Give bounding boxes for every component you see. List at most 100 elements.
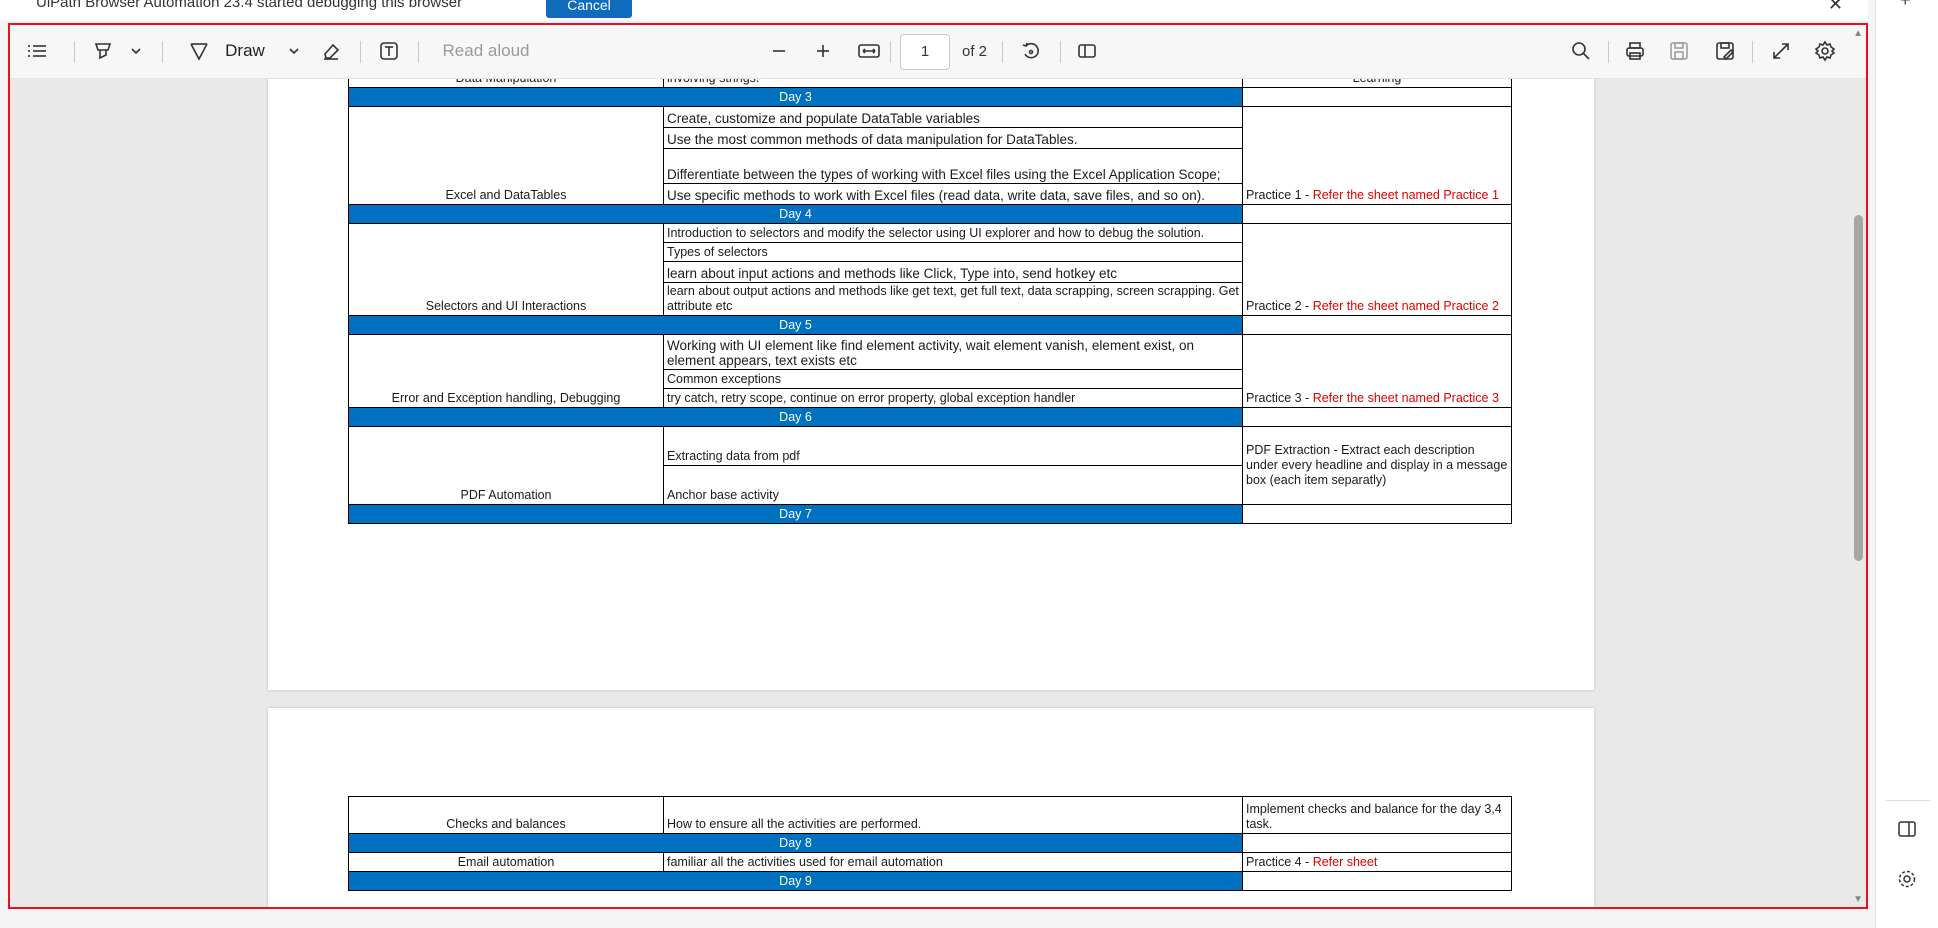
table-row: Checks and balances How to ensure all th… [348,796,1512,834]
table-cell: Use the most common methods of data mani… [663,127,1243,149]
practice-link: Refer the sheet named Practice 1 [1312,188,1499,202]
fit-width-icon[interactable] [856,39,882,63]
settings-gear-icon[interactable] [1812,39,1838,63]
zoom-in-icon[interactable] [812,39,834,63]
topic-cell: PDF Automation [348,426,664,505]
pdf-page-2: Checks and balances How to ensure all th… [268,708,1594,907]
table-cell: Data Manipulation [348,79,664,88]
fullscreen-expand-icon[interactable] [1768,39,1794,63]
table-cell [1242,315,1512,335]
rotate-icon[interactable] [1018,39,1044,63]
close-icon[interactable]: ✕ [1828,0,1843,15]
divider [1060,41,1061,63]
practice-cell: Practice 1 - Refer the sheet named Pract… [1242,106,1512,205]
day-label: Day 9 [348,871,1243,891]
schedule-table: Data Manipulation involving strings. Lea… [348,79,1512,524]
table-cell: learn about output actions and methods l… [663,282,1243,316]
save-as-icon[interactable] [1712,39,1738,63]
scroll-up-arrow-icon[interactable]: ▲ [1853,28,1863,39]
cancel-button[interactable]: Cancel [546,0,632,18]
practice-link: Refer the sheet named Practice 3 [1312,391,1499,405]
table-cell [1242,833,1512,853]
day-label: Day 4 [348,204,1243,224]
divider [418,41,419,63]
practice-label: Practice 3 - [1246,391,1313,405]
day-row: Day 4 [348,204,1512,224]
schedule-table: Checks and balances How to ensure all th… [348,796,1512,891]
table-cell: involving strings. [663,79,1243,88]
page-number-input[interactable]: 1 [900,34,950,70]
page-view-icon[interactable] [1074,39,1100,63]
topic-cell: Email automation [348,852,664,872]
practice-label: Practice 1 - [1246,188,1313,202]
table-row: PDF Automation Extracting data from pdf … [348,426,1512,505]
zoom-out-icon[interactable] [768,39,790,63]
practice-label: Practice 4 - [1246,855,1313,869]
pdf-viewer: Draw Read aloud 1 of 2 ▲ ▼ Day 3 Excel a… [8,23,1868,909]
draw-label[interactable]: Draw [220,39,270,63]
practice-link: Refer the sheet named Practice 2 [1312,299,1499,313]
scroll-down-arrow-icon[interactable]: ▼ [1853,894,1863,905]
divider [360,41,361,63]
practice-cell: Implement checks and balance for the day… [1242,796,1512,834]
day-label: Day 6 [348,407,1243,427]
divider [1608,41,1609,63]
table-cell: Working with UI element like find elemen… [663,334,1243,370]
table-cell [1242,504,1512,524]
day-label: Day 3 [348,87,1243,107]
read-aloud-button[interactable]: Read aloud [436,39,536,63]
save-icon[interactable] [1666,39,1692,63]
settings-gear-icon[interactable] [1896,868,1918,890]
divider [890,41,891,63]
day-row: Day 3 [348,87,1512,107]
table-cell: learn about input actions and methods li… [663,261,1243,283]
chevron-down-icon[interactable] [286,39,302,63]
table-row: Email automation familiar all the activi… [348,852,1512,872]
table-cell [1242,87,1512,107]
add-icon[interactable]: + [1900,0,1911,11]
practice-link: Refer sheet [1312,855,1378,869]
sidebar-toggle-icon[interactable] [1896,818,1918,840]
table-cell: Types of selectors [663,242,1243,262]
text-box-icon[interactable] [376,39,402,63]
day-row: Day 9 [348,871,1512,891]
chevron-down-icon[interactable] [128,39,144,63]
table-row: Data Manipulation involving strings. Lea… [348,79,1512,88]
table-cell: Anchor base activity [663,465,1243,505]
day-row: Day 6 [348,407,1512,427]
search-icon[interactable] [1568,39,1594,63]
table-cell [1242,871,1512,891]
practice-cell: Practice 2 - Refer the sheet named Pract… [1242,223,1512,316]
day-label: Day 8 [348,833,1243,853]
draw-pen-icon[interactable] [186,39,212,63]
print-icon[interactable] [1622,39,1648,63]
table-cell: try catch, retry scope, continue on erro… [663,388,1243,408]
topic-cell: Selectors and UI Interactions [348,223,664,316]
divider [74,41,75,63]
table-cell: Extracting data from pdf [663,426,1243,466]
day-row: Day 5 [348,315,1512,335]
practice-cell: Practice 3 - Refer the sheet named Pract… [1242,334,1512,408]
scroll-thumb[interactable] [1854,215,1863,561]
practice-cell: Practice 4 - Refer sheet [1242,852,1512,872]
eraser-icon[interactable] [318,39,344,63]
divider [1752,41,1753,63]
divider [1886,800,1930,801]
table-cell: Learning [1242,79,1512,88]
table-cell: Common exceptions [663,369,1243,389]
debug-infobar: UiPath Browser Automation 23.4 started d… [0,0,1868,20]
document-area: Data Manipulation involving strings. Lea… [10,79,1854,907]
practice-label: Practice 2 - [1246,299,1313,313]
table-cell: Use specific methods to work with Excel … [663,183,1243,205]
highlight-icon[interactable] [90,39,116,63]
table-row: Selectors and UI Interactions Introducti… [348,223,1512,316]
topic-cell: Error and Exception handling, Debugging [348,334,664,408]
topic-cell: Excel and DataTables [348,106,664,205]
divider [1002,41,1003,63]
topic-cell: Checks and balances [348,796,664,834]
table-cell: Differentiate between the types of worki… [663,148,1243,184]
contents-list-icon[interactable] [24,39,50,63]
practice-cell: PDF Extraction - Extract each descriptio… [1242,426,1512,505]
infobar-message: UiPath Browser Automation 23.4 started d… [36,0,463,11]
browser-side-strip: + [1875,0,1938,928]
